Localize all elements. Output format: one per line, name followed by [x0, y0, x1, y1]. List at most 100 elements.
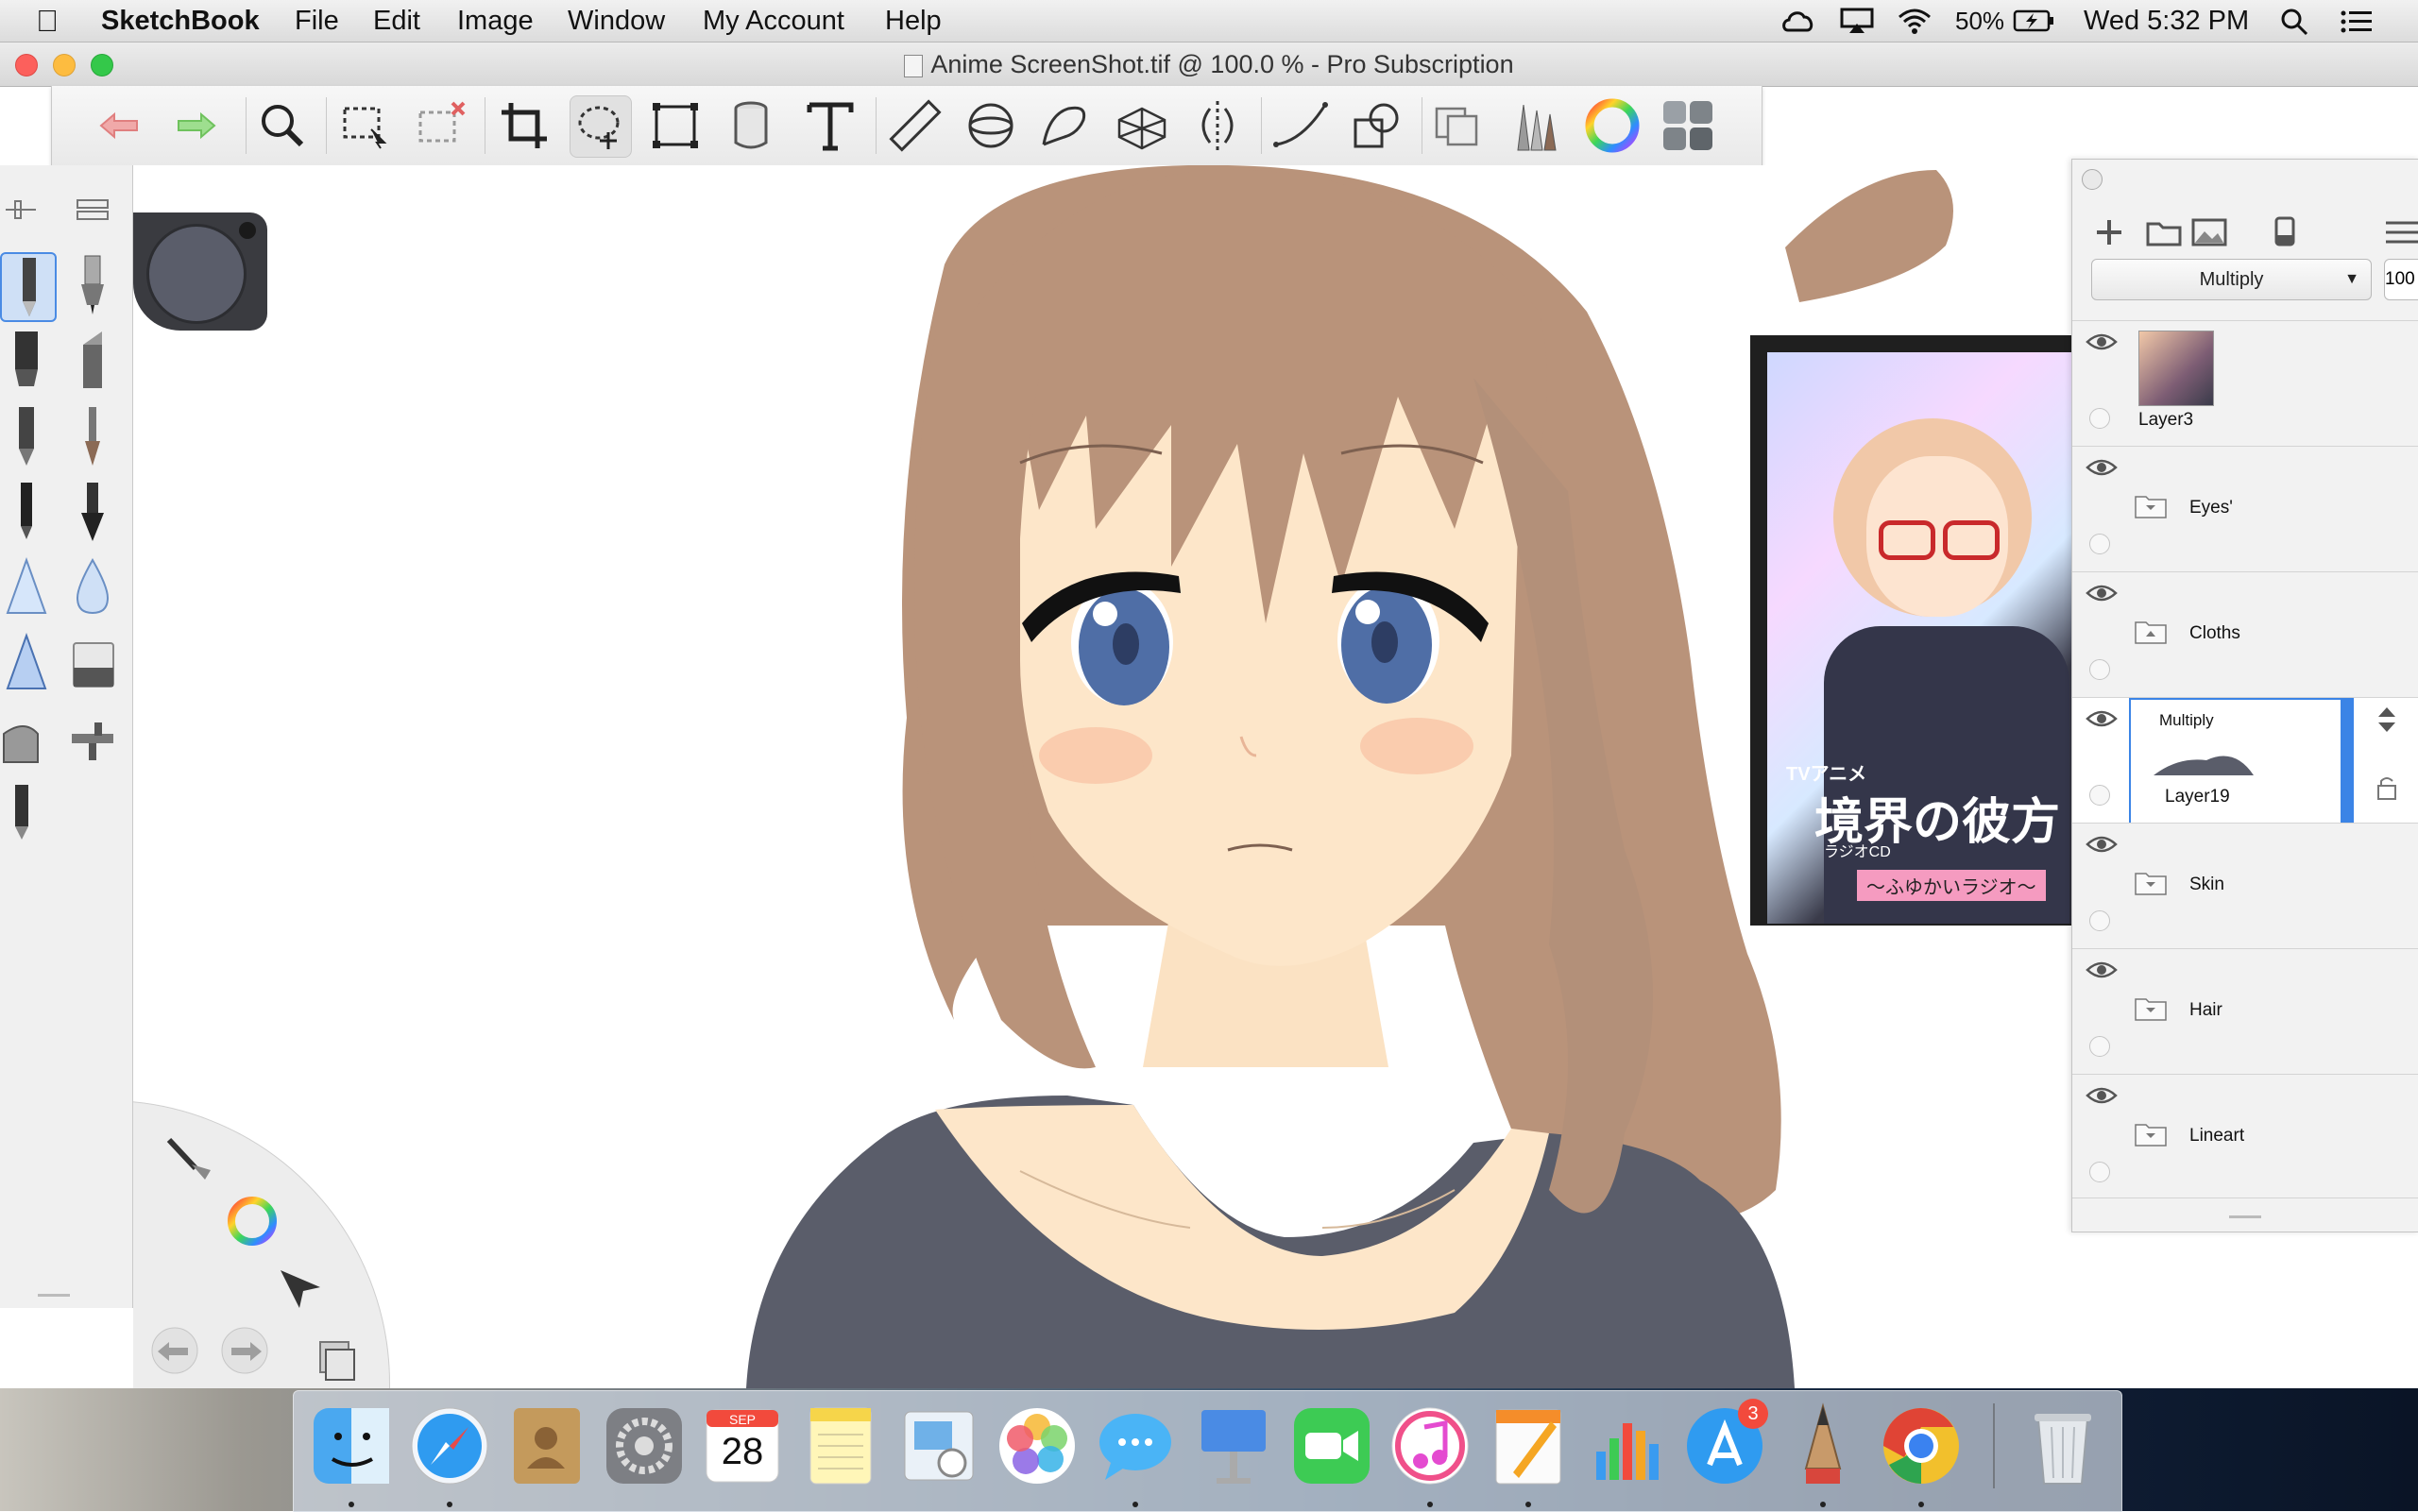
layer-lock-toggle[interactable] — [2089, 659, 2110, 680]
menu-clock[interactable]: Wed 5:32 PM — [2084, 0, 2249, 42]
layer-row-skin[interactable]: Skin — [2072, 823, 2418, 949]
visibility-eye-icon[interactable] — [2086, 584, 2118, 603]
clear-selection-icon[interactable] — [411, 95, 471, 156]
layer-lock-toggle[interactable] — [2089, 785, 2110, 806]
lagoon-undo-icon[interactable] — [146, 1327, 203, 1374]
blend-mode-select[interactable]: Multiply ▼ — [2091, 259, 2372, 300]
system-preferences-icon[interactable] — [601, 1402, 688, 1489]
brush-chisel-marker[interactable] — [66, 328, 119, 394]
layer-menu-icon[interactable] — [2380, 209, 2418, 256]
visibility-eye-icon[interactable] — [2086, 458, 2118, 477]
apple-menu-icon[interactable]:  — [36, 0, 59, 42]
chrome-icon[interactable] — [1878, 1402, 1965, 1489]
folder-icon[interactable] — [2135, 869, 2167, 895]
lagoon-copy-icon[interactable] — [313, 1336, 360, 1384]
messages-icon[interactable] — [1092, 1402, 1179, 1489]
lagoon-redo-icon[interactable] — [216, 1327, 273, 1374]
clear-layer-icon[interactable] — [2261, 209, 2308, 256]
brush-technical-pen[interactable] — [0, 403, 53, 469]
layer-lock-toggle[interactable] — [2089, 910, 2110, 931]
add-layer-icon[interactable] — [2086, 209, 2133, 256]
symmetry-icon[interactable] — [1187, 95, 1248, 156]
app-menu[interactable]: SketchBook — [101, 0, 260, 42]
layer-row-hair[interactable]: Hair — [2072, 948, 2418, 1075]
zoom-icon[interactable] — [252, 95, 313, 156]
ruler-icon[interactable] — [885, 95, 945, 156]
transform-icon[interactable] — [645, 95, 706, 156]
menu-file[interactable]: File — [295, 0, 339, 42]
finder-icon[interactable] — [308, 1402, 395, 1489]
layer-row-lineart[interactable]: Lineart — [2072, 1074, 2418, 1198]
folder-icon[interactable] — [2135, 492, 2167, 518]
safari-icon[interactable] — [406, 1402, 493, 1489]
crop-icon[interactable] — [494, 95, 554, 156]
spotlight-icon[interactable] — [2280, 8, 2308, 36]
french-curve-icon[interactable] — [1036, 95, 1097, 156]
stroke-icon[interactable] — [1270, 95, 1331, 156]
layer-lock-icon[interactable] — [2373, 773, 2401, 802]
panel-grip[interactable] — [2229, 1215, 2261, 1218]
color-puck[interactable] — [133, 212, 267, 331]
brush-paintbrush[interactable] — [66, 403, 119, 469]
folder-open-icon[interactable] — [2135, 618, 2167, 644]
visibility-eye-icon[interactable] — [2086, 835, 2118, 854]
app-store-icon[interactable]: 3 — [1681, 1399, 1768, 1489]
pages-icon[interactable] — [1485, 1402, 1572, 1489]
brush-pencil-selected[interactable] — [0, 252, 57, 322]
panel-grip[interactable] — [38, 1294, 70, 1297]
perspective-icon[interactable] — [1112, 95, 1172, 156]
add-group-icon[interactable] — [2140, 209, 2188, 256]
layer-lock-toggle[interactable] — [2089, 1036, 2110, 1057]
notes-icon[interactable] — [797, 1402, 884, 1489]
color-wheel-icon[interactable] — [1582, 95, 1643, 156]
visibility-eye-icon[interactable] — [2086, 1086, 2118, 1105]
add-image-icon[interactable] — [2186, 209, 2233, 256]
lasso-icon[interactable] — [570, 95, 632, 158]
brush-eraser[interactable] — [66, 630, 119, 696]
brush-water-drop[interactable] — [66, 554, 119, 620]
brush-fountain-pen[interactable] — [66, 479, 119, 545]
brush-airbrush-soft[interactable] — [0, 554, 53, 620]
menu-image[interactable]: Image — [457, 0, 534, 42]
layer-lock-toggle[interactable] — [2089, 1162, 2110, 1182]
brush-inking-pen[interactable] — [66, 252, 119, 318]
lagoon-brush-icon[interactable] — [162, 1130, 214, 1183]
photos-icon[interactable] — [994, 1402, 1081, 1489]
menu-edit[interactable]: Edit — [373, 0, 420, 42]
brush-smudge[interactable] — [0, 705, 53, 772]
folder-icon[interactable] — [2135, 994, 2167, 1021]
wifi-icon[interactable] — [1897, 7, 1933, 35]
layer-editor-icon[interactable] — [1431, 95, 1491, 156]
text-icon[interactable] — [800, 95, 860, 156]
brush-ballpoint[interactable] — [0, 479, 53, 545]
current-color-swatch[interactable] — [146, 224, 247, 324]
brush-blender[interactable] — [0, 781, 53, 847]
selection-icon[interactable] — [335, 95, 396, 156]
redo-icon[interactable] — [165, 95, 226, 156]
menu-window[interactable]: Window — [568, 0, 665, 42]
ellipse-guide-icon[interactable] — [961, 95, 1021, 156]
layer-row-layer3[interactable]: Layer3 — [2072, 320, 2418, 447]
calendar-icon[interactable]: SEP 28 — [699, 1402, 786, 1489]
brush-airbrush-gun[interactable] — [66, 705, 119, 772]
brush-settings-icon[interactable] — [4, 195, 38, 224]
drawing-canvas[interactable]: TVアニメ 境界の彼方 ラジオCD 〜ふゆかいラジオ〜 — [133, 165, 2074, 1388]
brush-airbrush-hard[interactable] — [0, 630, 53, 696]
panels-icon[interactable] — [1658, 95, 1718, 156]
folder-icon[interactable] — [2135, 1120, 2167, 1147]
undo-icon[interactable] — [90, 95, 150, 156]
lagoon-select-icon[interactable] — [275, 1261, 328, 1314]
layer-lock-toggle[interactable] — [2089, 408, 2110, 429]
shape-icon[interactable] — [1346, 95, 1406, 156]
battery-icon[interactable] — [2013, 9, 2054, 32]
layer-row-layer19[interactable]: Multiply Layer19 — [2072, 697, 2418, 827]
layer-row-eyes[interactable]: Eyes' — [2072, 446, 2418, 572]
opacity-field[interactable]: 100 — [2384, 259, 2418, 300]
facetime-icon[interactable] — [1288, 1402, 1375, 1489]
creative-cloud-icon[interactable] — [1780, 8, 1816, 34]
sketchbook-icon[interactable] — [1779, 1402, 1866, 1489]
numbers-icon[interactable] — [1583, 1402, 1670, 1489]
layer-row-cloths[interactable]: Cloths — [2072, 571, 2418, 698]
airplay-icon[interactable] — [1840, 8, 1874, 34]
preview-icon[interactable] — [895, 1402, 982, 1489]
